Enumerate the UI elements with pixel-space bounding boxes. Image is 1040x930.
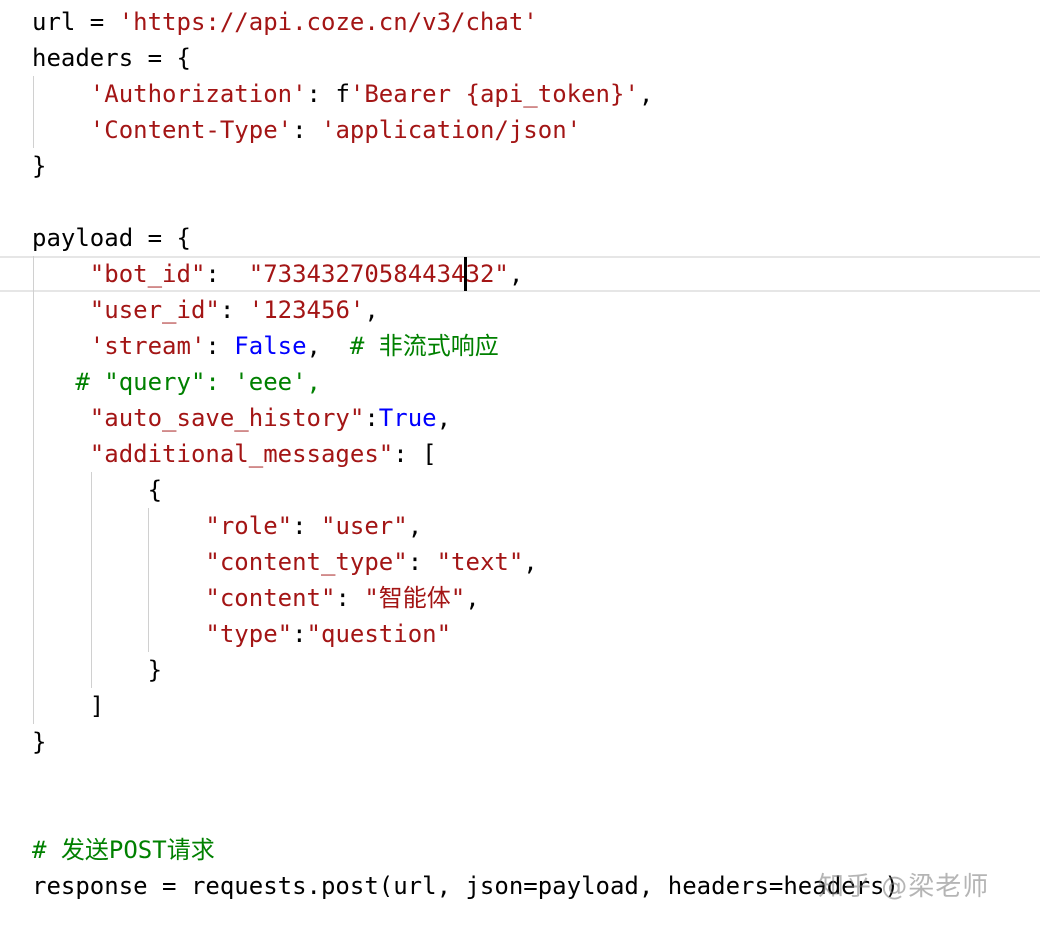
- code-token: ]: [32, 692, 105, 720]
- code-token: 'Bearer {api_token}': [349, 80, 639, 108]
- code-token: : f: [306, 80, 350, 108]
- code-token: ,: [436, 404, 452, 432]
- code-token: :: [292, 620, 307, 648]
- code-token: ,: [364, 296, 379, 324]
- code-editor[interactable]: url = 'https://api.coze.cn/v3/chat' heade…: [0, 0, 1040, 930]
- code-line: 'Authorization': f'Bearer {api_token}',: [32, 76, 654, 112]
- code-token: response = requests.post(url, json=paylo…: [32, 872, 899, 900]
- code-token: 'Authorization': [89, 80, 307, 108]
- text-caret: [464, 257, 467, 291]
- code-token: "7334327058443432": [248, 260, 509, 288]
- code-token: '123456': [248, 296, 365, 324]
- code-token: True: [378, 404, 437, 432]
- code-token: "user": [321, 512, 408, 540]
- code-token: url =: [32, 8, 119, 36]
- code-token: # 非流式响应: [349, 332, 499, 360]
- code-token: :: [364, 404, 379, 432]
- code-token: :: [292, 512, 321, 540]
- code-line: "additional_messages": [: [32, 436, 437, 472]
- code-token: :: [335, 584, 365, 612]
- code-line: }: [32, 724, 46, 760]
- code-token: ,: [508, 260, 524, 288]
- code-token: 'Content-Type': [89, 116, 293, 144]
- code-token: payload = {: [32, 224, 191, 252]
- code-token: :: [219, 296, 249, 324]
- code-line: 'stream': False, # 非流式响应: [32, 328, 499, 364]
- code-line: # 发送POST请求: [32, 832, 215, 868]
- code-token: ,: [465, 584, 480, 612]
- code-token: "user_id": [89, 296, 220, 324]
- code-token: "question": [306, 620, 452, 648]
- code-line: "bot_id": "7334327058443432",: [32, 256, 524, 292]
- code-line: {: [32, 472, 162, 508]
- code-token: :: [205, 332, 235, 360]
- code-line: response = requests.post(url, json=paylo…: [32, 868, 899, 904]
- code-line: 'Content-Type': 'application/json': [32, 112, 581, 148]
- code-token: False: [234, 332, 307, 360]
- code-token: }: [32, 728, 47, 756]
- code-token: ,: [523, 548, 538, 576]
- code-token: "auto_save_history": [89, 404, 365, 432]
- code-token: :: [292, 116, 321, 144]
- code-token: headers = {: [32, 44, 191, 72]
- code-token: "智能体": [364, 584, 466, 612]
- code-token: "type": [205, 620, 293, 648]
- code-line: payload = {: [32, 220, 191, 256]
- code-line: "auto_save_history":True,: [32, 400, 451, 436]
- code-line: "user_id": '123456',: [32, 292, 379, 328]
- code-line: headers = {: [32, 40, 191, 76]
- code-line: }: [32, 652, 162, 688]
- code-token: ,: [638, 80, 654, 108]
- code-line: # "query": 'eee',: [32, 364, 321, 400]
- code-line: "content": "智能体",: [32, 580, 480, 616]
- code-line: url = 'https://api.coze.cn/v3/chat': [32, 4, 538, 40]
- code-token: 'stream': [89, 332, 206, 360]
- code-token: : [: [393, 440, 437, 468]
- code-token: # "query": 'eee',: [75, 368, 321, 396]
- code-token: "role": [205, 512, 293, 540]
- code-token: }: [32, 656, 163, 684]
- code-line: }: [32, 148, 46, 184]
- code-token: :: [205, 260, 249, 288]
- code-token: "text": [436, 548, 524, 576]
- code-line: "content_type": "text",: [32, 544, 538, 580]
- code-token: "content": [205, 584, 336, 612]
- code-line: ]: [32, 688, 104, 724]
- watermark-text: 知乎 @梁老师: [818, 872, 990, 902]
- code-line: "role": "user",: [32, 508, 422, 544]
- code-token: 'https://api.coze.cn/v3/chat': [118, 8, 538, 36]
- code-token: 'application/json': [321, 116, 582, 144]
- code-token: "content_type": [205, 548, 408, 576]
- code-token: "bot_id": [89, 260, 206, 288]
- code-line: "type":"question": [32, 616, 451, 652]
- code-token: ,: [306, 332, 350, 360]
- code-token: :: [407, 548, 437, 576]
- code-token: "additional_messages": [89, 440, 394, 468]
- code-token: ,: [407, 512, 423, 540]
- code-token: {: [32, 476, 163, 504]
- code-token: }: [32, 152, 47, 180]
- code-token: # 发送POST请求: [32, 836, 215, 864]
